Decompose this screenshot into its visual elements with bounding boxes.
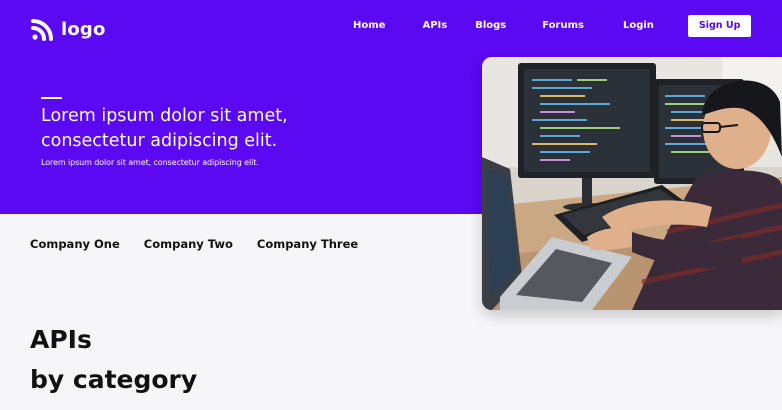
hero-subtext: Lorem ipsum dolor sit amet, consectetur … bbox=[41, 158, 259, 167]
nav-link-forums[interactable]: Forums bbox=[542, 15, 584, 37]
hero-headline-line-1: Lorem ipsum dolor sit amet, bbox=[41, 106, 288, 126]
company-logos: Company One Company Two Company Three bbox=[30, 236, 358, 252]
nav-link-blogs[interactable]: Blogs bbox=[475, 15, 506, 37]
sign-up-button[interactable]: Sign Up bbox=[687, 15, 752, 37]
nav-link-apis[interactable]: APIs bbox=[422, 15, 447, 37]
main-nav: Home APIs Blogs Forums Login Sign Up bbox=[340, 15, 782, 37]
section-title-line-1: APIs bbox=[30, 325, 92, 354]
section-title: APIs by category bbox=[30, 320, 197, 400]
company-name: Company Two bbox=[143, 237, 233, 251]
logo[interactable]: logo bbox=[30, 17, 106, 43]
hero-headline-line-2: consectetur adipiscing elit. bbox=[41, 131, 278, 151]
hero-image bbox=[482, 57, 782, 310]
nav-link-home[interactable]: Home bbox=[353, 15, 385, 37]
company-name: Company Three bbox=[256, 237, 359, 251]
logo-text: logo bbox=[61, 19, 106, 40]
hero-headline: Lorem ipsum dolor sit amet, consectetur … bbox=[41, 104, 341, 154]
rss-icon bbox=[31, 19, 53, 41]
developer-photo-illustration bbox=[482, 57, 782, 310]
section-title-line-2: by category bbox=[30, 365, 198, 394]
nav-link-login[interactable]: Login bbox=[623, 15, 654, 37]
accent-line bbox=[41, 97, 62, 99]
company-name: Company One bbox=[30, 237, 120, 251]
